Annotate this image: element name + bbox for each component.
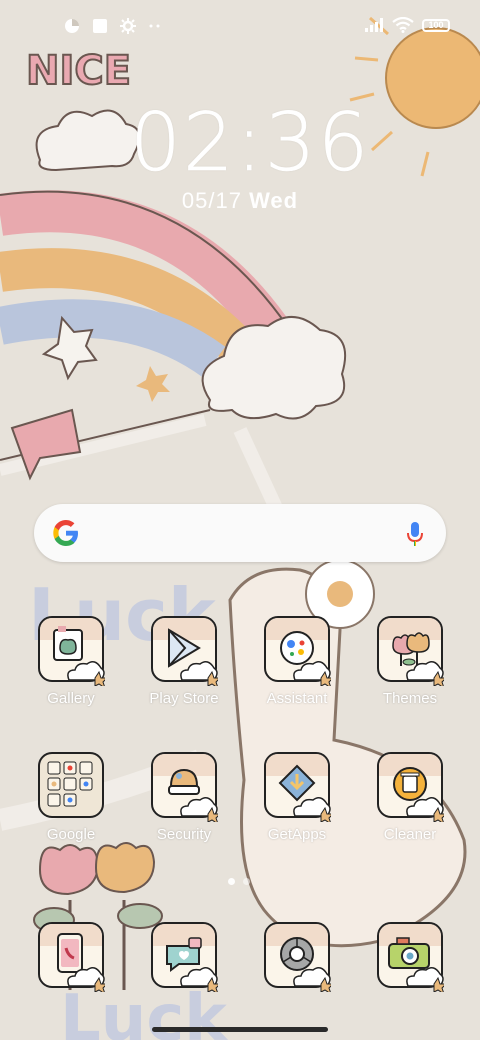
battery-icon: 100 bbox=[422, 18, 450, 32]
app-themes[interactable]: Themes bbox=[360, 616, 460, 728]
signal-icon bbox=[365, 18, 383, 32]
google-logo-icon bbox=[53, 520, 78, 546]
more-dots-icon bbox=[149, 24, 160, 28]
app-label: Play Store bbox=[149, 690, 219, 707]
square-notification-icon bbox=[93, 19, 107, 33]
app-label: GetApps bbox=[267, 826, 327, 843]
app-label: Cleaner bbox=[383, 826, 437, 843]
folder-google[interactable]: Google bbox=[21, 752, 121, 864]
page-dot bbox=[243, 878, 250, 885]
gesture-home-bar[interactable] bbox=[152, 1027, 328, 1032]
settings-gear-icon bbox=[120, 18, 136, 34]
dock-messages[interactable] bbox=[134, 922, 234, 1034]
mic-icon[interactable] bbox=[406, 521, 424, 547]
status-bar-right: 100 bbox=[364, 17, 450, 33]
google-search-bar[interactable] bbox=[34, 504, 446, 562]
dock-camera[interactable] bbox=[360, 922, 460, 1034]
lockscreen-clock: 02:36 bbox=[130, 96, 371, 190]
app-play-store[interactable]: Play Store bbox=[134, 616, 234, 728]
app-label: Google bbox=[46, 826, 96, 843]
google-folder-icon bbox=[38, 752, 104, 818]
app-cleaner[interactable]: Cleaner bbox=[360, 752, 460, 864]
status-bar: 100 bbox=[0, 0, 480, 54]
app-getapps[interactable]: GetApps bbox=[247, 752, 347, 864]
weekday-value: Wed bbox=[249, 188, 299, 213]
dock-chrome[interactable] bbox=[247, 922, 347, 1034]
lockscreen-date: 05/17 Wed bbox=[150, 188, 330, 214]
app-label: Themes bbox=[382, 690, 438, 707]
app-label: Gallery bbox=[47, 690, 95, 707]
status-bar-left bbox=[64, 18, 162, 34]
page-indicator bbox=[228, 878, 250, 885]
app-gallery[interactable]: Gallery bbox=[21, 616, 121, 728]
wallpaper-nice-text: NICE bbox=[26, 48, 131, 94]
app-label: Assistant bbox=[266, 690, 328, 707]
dock-phone[interactable] bbox=[21, 922, 121, 1034]
app-label: Security bbox=[156, 826, 212, 843]
page-dot-active bbox=[228, 878, 235, 885]
date-value: 05/17 bbox=[181, 188, 242, 213]
app-assistant[interactable]: Assistant bbox=[247, 616, 347, 728]
app-security[interactable]: Security bbox=[134, 752, 234, 864]
wifi-icon bbox=[392, 17, 414, 33]
data-saver-icon bbox=[65, 19, 79, 33]
